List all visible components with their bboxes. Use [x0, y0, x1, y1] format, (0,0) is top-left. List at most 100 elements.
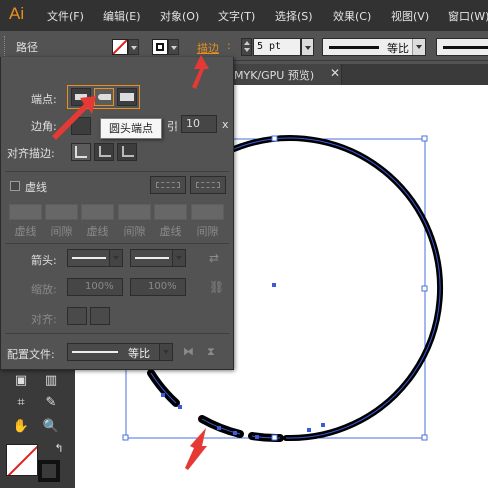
dash-segment — [147, 369, 180, 407]
profile-value: 等比 — [387, 42, 409, 55]
stroke-swatch[interactable] — [152, 39, 168, 55]
dashed-line-label: 虚线 — [25, 181, 47, 194]
align-inside-icon — [99, 146, 111, 157]
zoom-tool-icon[interactable]: 🔍 — [40, 416, 62, 438]
stroke-panel: 端点: 边角: 引 : 10 x 对齐描边: 虚线 虚线 间隙 虚线 间隙 虚线 — [0, 57, 234, 370]
none-slash-icon — [7, 445, 37, 475]
menu-select[interactable]: 选择(S) — [275, 8, 313, 24]
profile-label: 配置文件: — [7, 348, 55, 361]
limit-suffix: x — [222, 118, 229, 131]
menu-edit[interactable]: 编辑(E) — [103, 8, 141, 24]
line-icon — [72, 257, 106, 259]
tooltip: 圆头端点 — [100, 118, 162, 139]
colon-label: : — [227, 39, 231, 52]
document-tab-bar: MYK/GPU 预览) ✕ — [234, 64, 488, 85]
annotation-arrow-icon — [52, 96, 96, 140]
menu-object[interactable]: 对象(O) — [160, 8, 199, 24]
menu-type[interactable]: 文字(T) — [218, 8, 255, 24]
menu-file[interactable]: 文件(F) — [47, 8, 84, 24]
annotation-arrow-icon — [192, 55, 209, 89]
stroke-color-box[interactable] — [38, 460, 60, 482]
profile-select-value: 等比 — [128, 347, 150, 360]
menu-bar: Ai 文件(F) 编辑(E) 对象(O) 文字(T) 选择(S) 效果(C) 视… — [0, 0, 488, 31]
preserve-dash-button[interactable] — [150, 176, 186, 194]
chevron-down-icon — [109, 250, 122, 266]
projecting-cap-icon — [120, 93, 134, 101]
menu-view[interactable]: 视图(V) — [391, 8, 429, 24]
arrow-tip-at-end-button[interactable] — [90, 307, 110, 325]
annotation-arrow-icon — [185, 428, 207, 470]
dash-2-label: 虚线 — [86, 225, 109, 238]
stroke-swatch-inner-icon — [156, 43, 164, 51]
hand-tool-icon[interactable]: ✋ — [10, 416, 32, 438]
arrow-tip-beyond-button[interactable] — [67, 307, 87, 325]
dash-1-input[interactable] — [9, 204, 42, 220]
link-scale-icon[interactable]: ⛓ — [209, 280, 224, 294]
miter-limit-input[interactable]: 10 — [181, 115, 217, 133]
flip-across-icon[interactable]: ⧗ — [207, 345, 215, 359]
app-logo: Ai — [9, 4, 25, 23]
dashed-line-checkbox[interactable] — [10, 181, 20, 191]
profile-line-icon — [329, 46, 379, 49]
brush-line-icon — [443, 46, 488, 49]
dash-3-label: 虚线 — [159, 225, 182, 238]
chevron-down-icon — [159, 344, 172, 360]
align-stroke-label: 对齐描边: — [7, 147, 55, 160]
stroke-weight-stepper[interactable] — [241, 38, 252, 56]
align-center-button[interactable] — [71, 143, 91, 161]
dash-preserve-icon — [156, 182, 180, 188]
projecting-cap-button[interactable] — [117, 88, 137, 106]
line-icon — [135, 257, 169, 259]
line-icon — [72, 351, 118, 353]
fill-swatch[interactable] — [112, 39, 128, 55]
symbol-sprayer-tool-icon[interactable]: ▣ — [10, 370, 32, 392]
profile-select[interactable]: 等比 — [67, 343, 173, 361]
divider — [5, 243, 229, 244]
gap-2-label: 间隙 — [123, 225, 146, 238]
end-scale-input[interactable]: 100% — [130, 278, 186, 296]
slice-tool-icon[interactable]: ✎ — [40, 392, 62, 414]
align-inside-button[interactable] — [94, 143, 114, 161]
variable-width-profile-select[interactable]: 等比 — [322, 38, 426, 56]
end-arrowhead-select[interactable] — [130, 249, 186, 267]
column-graph-tool-icon[interactable]: ▥ — [40, 370, 62, 392]
step-up-icon — [244, 41, 250, 45]
start-scale-input[interactable]: 100% — [67, 278, 123, 296]
selection-type-label: 路径 — [16, 41, 38, 54]
fill-dropdown-arrow[interactable] — [128, 39, 139, 55]
gap-2-input[interactable] — [118, 204, 151, 220]
tools-panel: ▣ ▥ ⌗ ✎ ✋ 🔍 ↰ — [0, 360, 75, 488]
swap-colors-icon[interactable]: ↰ — [48, 438, 70, 460]
artboard-tool-icon[interactable]: ⌗ — [10, 392, 32, 414]
scale-label: 缩放: — [31, 283, 57, 296]
divider — [5, 171, 229, 172]
align-arrows-label: 对齐: — [31, 313, 57, 326]
align-outside-icon — [122, 146, 134, 157]
brush-definition-select[interactable] — [436, 38, 488, 56]
chevron-down-icon — [412, 39, 425, 55]
dash-2-input[interactable] — [81, 204, 114, 220]
align-dash-button[interactable] — [190, 176, 226, 194]
stroke-dropdown-arrow[interactable] — [168, 39, 179, 55]
stroke-panel-link[interactable]: 描边 — [197, 40, 219, 56]
divider — [5, 333, 229, 334]
stroke-weight-input[interactable]: 5 pt — [253, 38, 301, 56]
menu-effect[interactable]: 效果(C) — [333, 8, 371, 24]
gap-1-input[interactable] — [45, 204, 78, 220]
step-down-icon — [244, 48, 250, 52]
start-arrowhead-select[interactable] — [67, 249, 123, 267]
grip-icon — [4, 36, 8, 56]
arrowheads-label: 箭头: — [31, 254, 57, 267]
menu-window[interactable]: 窗口(W) — [448, 8, 488, 24]
close-tab-icon[interactable]: ✕ — [330, 66, 340, 80]
gap-1-label: 间隙 — [50, 225, 73, 238]
dash-3-input[interactable] — [154, 204, 187, 220]
document-tab[interactable]: MYK/GPU 预览) — [234, 64, 342, 85]
chevron-down-icon — [172, 250, 185, 266]
swap-arrowheads-icon[interactable]: ⇄ — [209, 251, 219, 265]
align-outside-button[interactable] — [117, 143, 137, 161]
flip-along-icon[interactable]: ⧓ — [183, 345, 194, 358]
stroke-weight-dropdown[interactable] — [301, 38, 314, 56]
gap-3-input[interactable] — [191, 204, 224, 220]
fill-color-box[interactable] — [6, 444, 38, 476]
